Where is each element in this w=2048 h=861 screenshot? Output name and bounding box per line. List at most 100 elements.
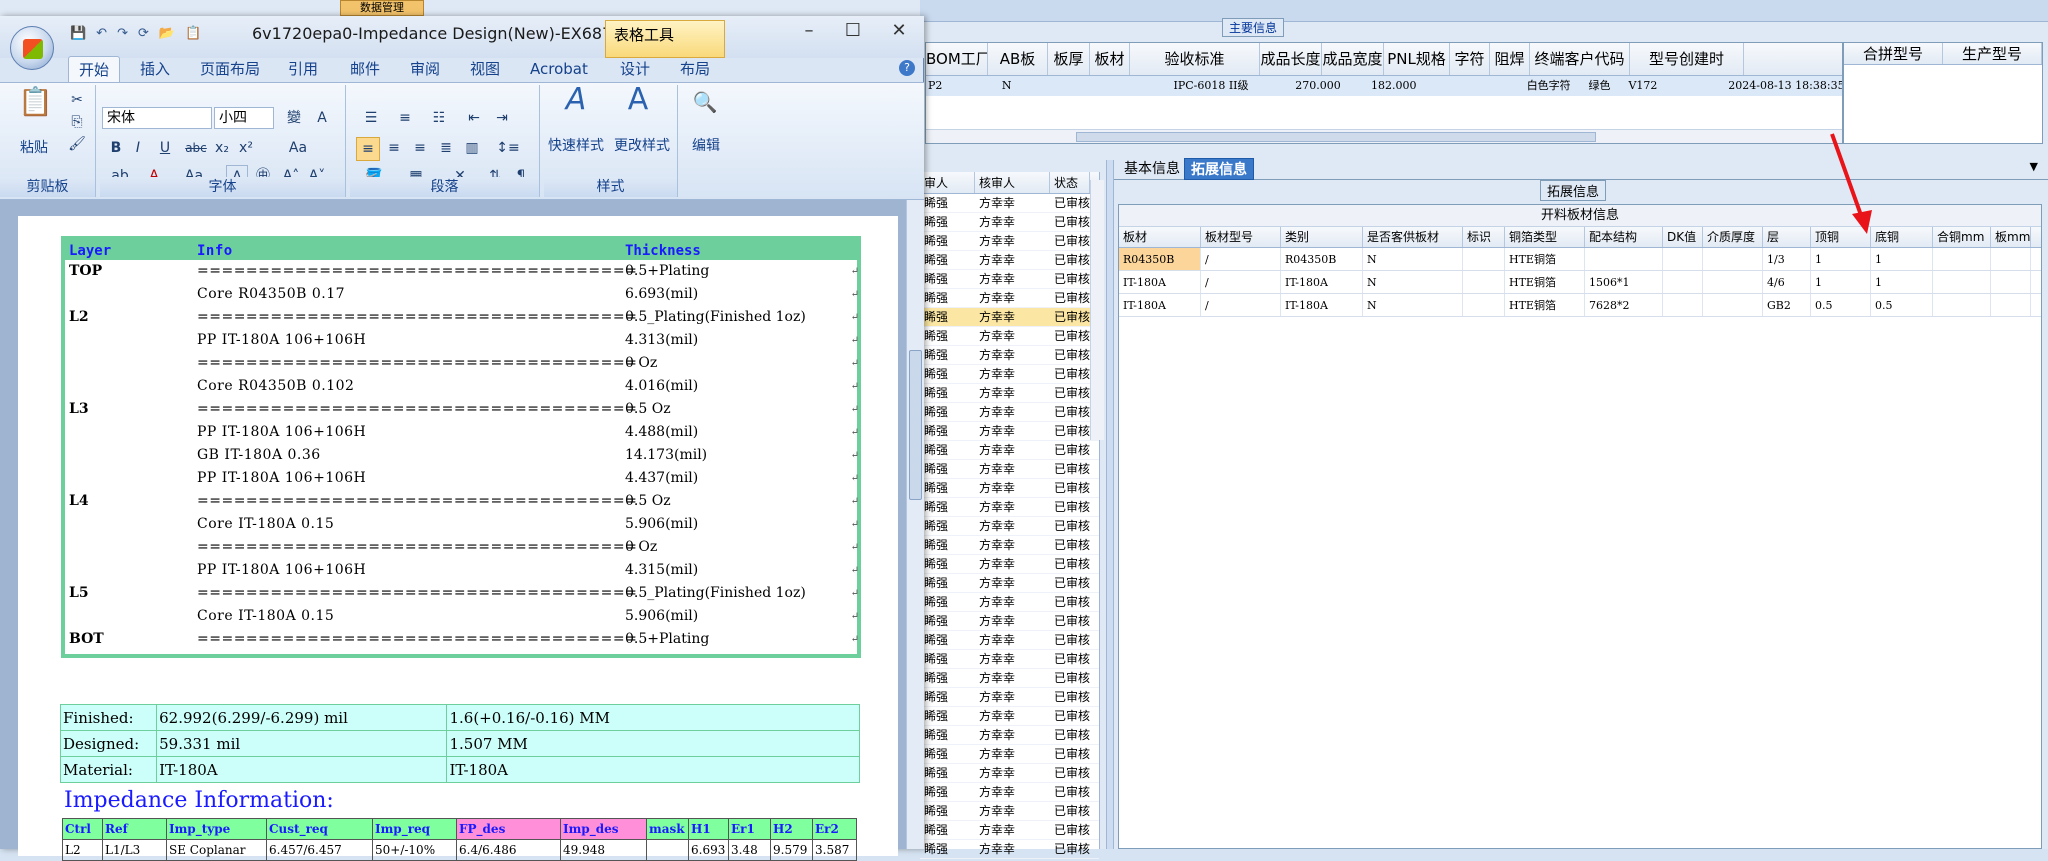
- list-item[interactable]: 睎强 方幸幸 已审核: [920, 650, 1099, 669]
- material-col-header[interactable]: 标识: [1463, 227, 1505, 247]
- scroll-thumb[interactable]: [909, 350, 922, 500]
- main-col-header[interactable]: 字符: [1450, 43, 1490, 75]
- material-col-header[interactable]: 层: [1763, 227, 1811, 247]
- tab-review[interactable]: 审阅: [410, 56, 440, 82]
- tab-page-layout[interactable]: 页面布局: [200, 56, 260, 82]
- material-col-header[interactable]: 底铜: [1871, 227, 1933, 247]
- tab-home[interactable]: 开始: [68, 56, 121, 83]
- main-col-header[interactable]: 板材: [1090, 43, 1130, 75]
- material-col-header[interactable]: 合铜mm: [1933, 227, 1991, 247]
- decrease-indent-icon[interactable]: ⇤: [462, 107, 486, 129]
- main-info-grid[interactable]: BOM工厂 AB板 板厚 板材 验收标准 成品长度 成品宽度 PNL规格 字符 阻焊 终端客户代码型…: [925, 42, 1843, 144]
- quick-access-toolbar[interactable]: 💾↶↷⟳📂📋: [70, 26, 211, 41]
- format-painter-icon[interactable]: 🖌: [66, 133, 88, 155]
- main-col-header[interactable]: AB板: [988, 43, 1048, 75]
- align-right-icon[interactable]: ≡: [408, 137, 432, 159]
- maximize-icon[interactable]: ☐: [836, 20, 870, 41]
- list-item[interactable]: 睎强 方幸幸 已审核: [920, 194, 1099, 213]
- main-col-header[interactable]: 成品长度: [1260, 43, 1322, 75]
- close-icon[interactable]: ✕: [882, 20, 916, 41]
- col-production-model[interactable]: 生产型号: [1943, 43, 2042, 64]
- list-item[interactable]: 睎强 方幸幸 已审核: [920, 574, 1099, 593]
- list-item[interactable]: 睎强 方幸幸 已审核: [920, 802, 1099, 821]
- scroll-thumb[interactable]: [1076, 132, 1596, 142]
- list-item[interactable]: 睎强 方幸幸 已审核: [920, 631, 1099, 650]
- main-col-header[interactable]: 终端客户代码: [1530, 43, 1630, 75]
- list-item[interactable]: 睎强 方幸幸 已审核: [920, 479, 1099, 498]
- list-item[interactable]: 睎强 方幸幸 已审核: [920, 422, 1099, 441]
- list-item[interactable]: 睎强 方幸幸 已审核: [920, 251, 1099, 270]
- left-record-list[interactable]: 审人 核审人 状态 睎强 方幸幸 已审核 睎强 方幸幸 已审核 睎强 方幸幸 已审核 睎强 方幸幸已…: [920, 172, 1100, 859]
- tab-acrobat[interactable]: Acrobat: [530, 56, 588, 82]
- list-item[interactable]: 睎强 方幸幸 已审核: [920, 289, 1099, 308]
- tab-insert[interactable]: 插入: [140, 56, 170, 82]
- cut-icon[interactable]: ✂: [66, 89, 88, 111]
- tab-view[interactable]: 视图: [470, 56, 500, 82]
- material-col-header[interactable]: 类别: [1281, 227, 1363, 247]
- material-col-header[interactable]: DK值: [1663, 227, 1703, 247]
- multilevel-icon[interactable]: ☷: [424, 107, 454, 129]
- material-col-header[interactable]: 介质厚度: [1703, 227, 1763, 247]
- list-item[interactable]: 睎强 方幸幸 已审核: [920, 688, 1099, 707]
- main-col-header[interactable]: 板厚: [1048, 43, 1090, 75]
- list-item[interactable]: 睎强 方幸幸 已审核: [920, 726, 1099, 745]
- clear-format-icon[interactable]: Aa: [286, 137, 310, 159]
- paste-button[interactable]: 粘贴: [20, 137, 48, 157]
- main-col-header[interactable]: 阻焊: [1490, 43, 1530, 75]
- list-item[interactable]: 睎强 方幸幸 已审核: [920, 365, 1099, 384]
- list-item[interactable]: 睎强 方幸幸 已审核: [920, 593, 1099, 612]
- increase-indent-icon[interactable]: ⇥: [490, 107, 514, 129]
- list-item[interactable]: 睎强 方幸幸 已审核: [920, 764, 1099, 783]
- office-button[interactable]: [10, 26, 54, 70]
- main-col-header[interactable]: BOM工厂: [926, 43, 988, 75]
- table-row[interactable]: R04350B / R04350B N HTE铜箔 1/3 1 1: [1119, 248, 2041, 271]
- list-item[interactable]: 睎强 方幸幸 已审核: [920, 821, 1099, 840]
- superscript-icon[interactable]: x²: [234, 137, 258, 159]
- list-item[interactable]: 睎强 方幸幸 已审核: [920, 783, 1099, 802]
- tab-basic-info[interactable]: 基本信息: [1118, 158, 1186, 180]
- font-name-combo[interactable]: 宋体: [102, 107, 212, 129]
- table-row[interactable]: IT-180A / IT-180A N HTE铜箔 1506*1 4/6 1 1: [1119, 271, 2041, 294]
- list-item[interactable]: 睎强 方幸幸 已审核: [920, 536, 1099, 555]
- tab-mailings[interactable]: 邮件: [350, 56, 380, 82]
- list-item[interactable]: 睎强 方幸幸 已审核: [920, 327, 1099, 346]
- main-grid-row[interactable]: P2 N IPC-6018 II级 270.000 182.000 白色字符 绿…: [926, 76, 1842, 96]
- material-col-header[interactable]: 板材型号: [1201, 227, 1281, 247]
- font-size-combo[interactable]: 小四: [214, 107, 274, 129]
- chevron-down-icon[interactable]: ▼: [2030, 160, 2038, 173]
- list-item[interactable]: 睎强 方幸幸 已审核: [920, 840, 1099, 859]
- list-item[interactable]: 睎强 方幸幸 已审核: [920, 669, 1099, 688]
- list-item[interactable]: 睎强 方幸幸 已审核: [920, 308, 1099, 327]
- bullets-icon[interactable]: ☰: [356, 107, 386, 129]
- list-item[interactable]: 睎强 方幸幸 已审核: [920, 707, 1099, 726]
- material-col-header[interactable]: 板mm: [1991, 227, 2031, 247]
- change-styles-icon[interactable]: A: [618, 85, 658, 129]
- list-item[interactable]: 睎强 方幸幸 已审核: [920, 213, 1099, 232]
- distribute-icon[interactable]: ▥: [460, 137, 484, 159]
- list-item[interactable]: 睎强 方幸幸 已审核: [920, 403, 1099, 422]
- bold-icon[interactable]: B: [106, 137, 126, 159]
- list-item[interactable]: 睎强 方幸幸 已审核: [920, 232, 1099, 251]
- main-col-header[interactable]: 型号创建时: [1630, 43, 1744, 75]
- left-list-vscroll[interactable]: [1090, 180, 1104, 440]
- minimize-icon[interactable]: –: [792, 20, 826, 41]
- tab-expand-info[interactable]: 拓展信息: [1184, 158, 1254, 180]
- table-row[interactable]: IT-180A / IT-180A N HTE铜箔 7628*2 GB2 0.5 0.5: [1119, 294, 2041, 317]
- list-item[interactable]: 睎强 方幸幸 已审核: [920, 384, 1099, 403]
- quick-styles-icon[interactable]: A: [556, 85, 596, 129]
- change-case-icon[interactable]: 變: [282, 107, 306, 129]
- material-col-header[interactable]: 配本结构: [1585, 227, 1663, 247]
- underline-icon[interactable]: U: [150, 137, 180, 159]
- main-col-header[interactable]: 成品宽度: [1322, 43, 1384, 75]
- erp-data-management-tab[interactable]: 数据管理: [340, 0, 424, 16]
- align-center-icon[interactable]: ≡: [382, 137, 406, 159]
- strikethrough-icon[interactable]: abc: [184, 137, 208, 159]
- tab-layout[interactable]: 布局: [680, 56, 710, 82]
- material-col-header[interactable]: 板材: [1119, 227, 1201, 247]
- list-item[interactable]: 睎强 方幸幸 已审核: [920, 517, 1099, 536]
- document-page[interactable]: Layer Info Thickness TOP ================…: [18, 216, 898, 861]
- list-item[interactable]: 睎强 方幸幸 已审核: [920, 270, 1099, 289]
- copy-icon[interactable]: ⎘: [66, 111, 88, 133]
- quick-styles-button[interactable]: 快速样式: [544, 135, 608, 155]
- change-styles-button[interactable]: 更改样式: [610, 135, 674, 155]
